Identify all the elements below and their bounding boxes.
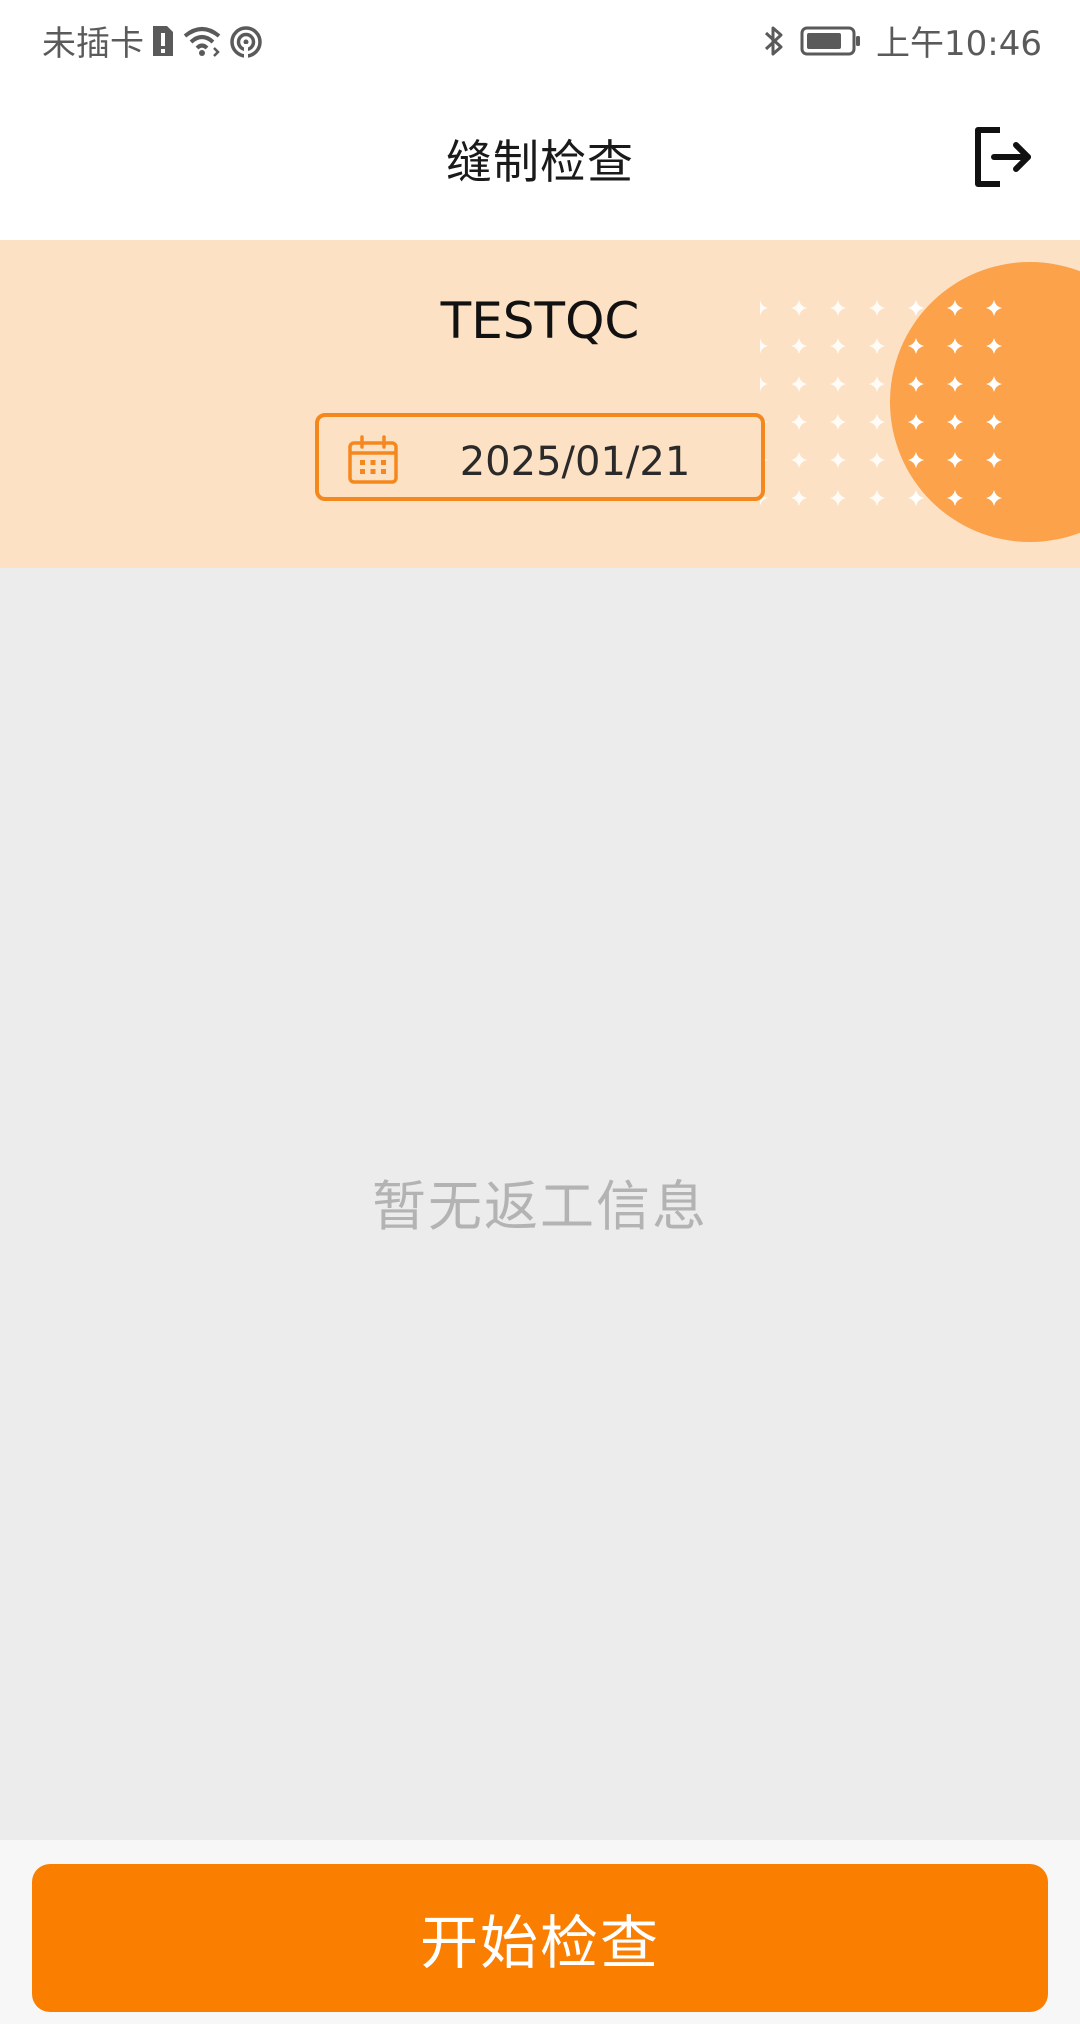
sparkle-decoration — [760, 262, 1080, 542]
selected-date: 2025/01/21 — [459, 439, 691, 485]
empty-state-message: 暂无返工信息 — [372, 1175, 708, 1238]
user-name: TESTQC — [440, 292, 640, 350]
status-right: 上午10:46 — [762, 16, 1042, 65]
sparkle-star — [869, 490, 885, 506]
page-title: 缝制检查 — [446, 135, 634, 189]
clock-label: 上午10:46 — [876, 24, 1042, 64]
carrier-label: 未插卡 — [42, 24, 144, 64]
sparkle-star — [869, 414, 885, 430]
sim-alert-icon — [150, 24, 176, 58]
status-bar: 未插卡 上午10:46 — [0, 0, 1080, 74]
sparkle-star — [830, 452, 846, 468]
date-picker[interactable]: 2025/01/21 — [315, 413, 765, 501]
title-bar: 缝制检查 — [0, 74, 1080, 240]
logout-button[interactable] — [970, 124, 1036, 190]
sparkle-star — [830, 376, 846, 392]
sparkle-star — [908, 490, 924, 506]
sparkle-star — [830, 414, 846, 430]
sparkle-star — [791, 414, 807, 430]
calendar-icon — [348, 435, 398, 484]
wifi-icon — [182, 24, 222, 58]
sparkle-star — [869, 376, 885, 392]
sparkle-star — [791, 376, 807, 392]
bluetooth-icon — [762, 23, 786, 59]
sparkle-star — [830, 490, 846, 506]
sparkle-star — [869, 452, 885, 468]
sparkle-star — [791, 490, 807, 506]
battery-icon — [800, 25, 862, 57]
sparkle-star — [791, 452, 807, 468]
sparkle-star — [760, 376, 768, 392]
status-left: 未插卡 — [42, 16, 264, 65]
start-inspection-button[interactable]: 开始检查 — [32, 1864, 1048, 2012]
logout-icon — [975, 127, 1031, 187]
hotspot-icon — [228, 24, 264, 58]
header-banner: TESTQC — [0, 240, 1080, 568]
